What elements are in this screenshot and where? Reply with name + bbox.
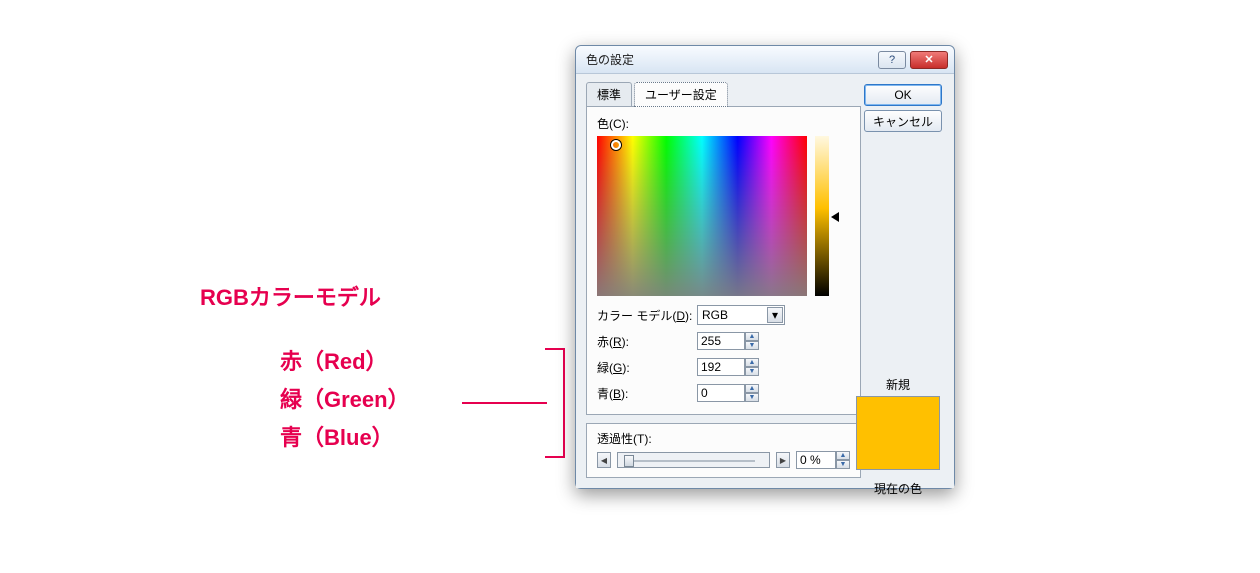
red-label: 赤(R): <box>597 333 697 350</box>
red-input[interactable] <box>697 332 745 350</box>
model-label-accel: D <box>676 309 685 323</box>
green-spin-up[interactable]: ▲ <box>745 358 759 367</box>
cancel-button[interactable]: キャンセル <box>864 110 942 132</box>
new-color-label: 新規 <box>856 376 940 393</box>
trans-spin-down[interactable]: ▼ <box>836 460 850 469</box>
green-label-suffix: ): <box>622 361 629 375</box>
ok-button[interactable]: OK <box>864 84 942 106</box>
tab-panel-custom: 色(C): カラー モデル(D): RGB ▾ 赤 <box>586 106 861 415</box>
color-label-prefix: 色( <box>597 117 613 131</box>
annotation-green: 緑（Green） <box>280 382 410 414</box>
annotation-bracket <box>545 348 565 458</box>
chevron-down-icon[interactable]: ▾ <box>767 307 783 323</box>
preview-area: 新規 現在の色 <box>856 376 940 497</box>
color-picker-area[interactable] <box>597 136 825 296</box>
slider-groove <box>632 460 755 462</box>
color-dialog: 色の設定 ? ✕ OK キャンセル 標準 ユーザー設定 色(C): <box>575 45 955 489</box>
green-spin-down[interactable]: ▼ <box>745 367 759 376</box>
trans-label-suffix: ): <box>644 432 651 446</box>
blue-spin-down[interactable]: ▼ <box>745 393 759 402</box>
help-button[interactable]: ? <box>878 51 906 69</box>
red-label-prefix: 赤( <box>597 335 613 349</box>
blue-spin-up[interactable]: ▲ <box>745 384 759 393</box>
trans-spin-up[interactable]: ▲ <box>836 451 850 460</box>
color-model-value: RGB <box>702 308 728 322</box>
titlebar: 色の設定 ? ✕ <box>576 46 954 74</box>
current-color-label: 現在の色 <box>856 480 940 497</box>
transparency-panel: 透過性(T): ◀ ▶ ▲ ▼ <box>586 423 861 478</box>
red-label-suffix: ): <box>622 335 629 349</box>
slider-left-arrow[interactable]: ◀ <box>597 452 611 468</box>
red-spin-up[interactable]: ▲ <box>745 332 759 341</box>
slider-thumb[interactable] <box>624 455 634 467</box>
green-input[interactable] <box>697 358 745 376</box>
blue-label-suffix: ): <box>621 387 628 401</box>
color-label: 色(C): <box>597 115 850 132</box>
luminance-bar[interactable] <box>815 136 829 296</box>
green-label-accel: G <box>613 361 622 375</box>
annotation-title: RGBカラーモデル <box>200 280 381 312</box>
model-label-prefix: カラー モデル( <box>597 309 676 323</box>
red-label-accel: R <box>613 335 622 349</box>
close-button[interactable]: ✕ <box>910 51 948 69</box>
transparency-input[interactable] <box>796 451 836 469</box>
green-label-prefix: 緑( <box>597 361 613 375</box>
dialog-title: 色の設定 <box>586 51 878 68</box>
color-label-suffix: ): <box>622 117 629 131</box>
green-label: 緑(G): <box>597 359 697 376</box>
tab-custom[interactable]: ユーザー設定 <box>634 82 728 107</box>
luminance-arrow-icon[interactable] <box>831 212 839 222</box>
transparency-slider[interactable] <box>617 452 770 468</box>
annotation-blue: 青（Blue） <box>280 420 394 452</box>
annotation-red: 赤（Red） <box>280 344 388 376</box>
color-label-accel: C <box>613 117 622 131</box>
model-label-suffix: ): <box>685 309 692 323</box>
transparency-label: 透過性(T): <box>597 430 850 447</box>
tab-standard[interactable]: 標準 <box>586 82 632 107</box>
annotation-bracket-stem <box>462 402 547 404</box>
slider-right-arrow[interactable]: ▶ <box>776 452 790 468</box>
dialog-body: OK キャンセル 標準 ユーザー設定 色(C): カラー モデル(D): <box>576 74 954 488</box>
model-label: カラー モデル(D): <box>597 307 697 324</box>
color-model-dropdown[interactable]: RGB ▾ <box>697 305 785 325</box>
hue-marker-icon[interactable] <box>611 140 621 150</box>
blue-label: 青(B): <box>597 385 697 402</box>
blue-input[interactable] <box>697 384 745 402</box>
blue-label-accel: B <box>613 387 621 401</box>
trans-label-prefix: 透過性( <box>597 432 637 446</box>
red-spin-down[interactable]: ▼ <box>745 341 759 350</box>
hue-gray-overlay <box>597 136 807 296</box>
blue-label-prefix: 青( <box>597 387 613 401</box>
new-color-swatch <box>856 396 940 470</box>
